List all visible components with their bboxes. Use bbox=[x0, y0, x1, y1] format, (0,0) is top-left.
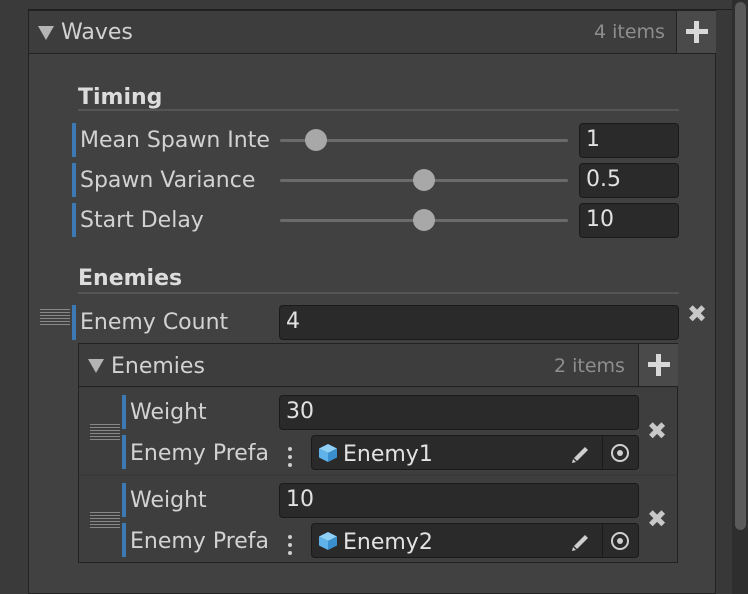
x-icon[interactable]: ✖ bbox=[647, 417, 667, 445]
drag-handle-icon[interactable] bbox=[90, 512, 120, 530]
weight-field[interactable]: 30 bbox=[279, 395, 639, 430]
prefab-label: Enemy Prefa bbox=[130, 441, 270, 466]
mean-spawn-label: Mean Spawn Inte bbox=[80, 128, 270, 153]
row-mark bbox=[122, 483, 126, 517]
pencil-icon[interactable] bbox=[570, 443, 592, 465]
drag-handle-icon[interactable] bbox=[40, 309, 70, 327]
timing-separator bbox=[78, 109, 679, 111]
enemy-count-field[interactable]: 4 bbox=[279, 305, 679, 340]
prefab-name: Enemy1 bbox=[343, 442, 433, 467]
kebab-icon[interactable] bbox=[288, 447, 292, 471]
start-delay-field[interactable]: 10 bbox=[579, 203, 679, 238]
pencil-icon[interactable] bbox=[570, 531, 592, 553]
waves-title: Waves bbox=[61, 20, 133, 45]
prefab-name: Enemy2 bbox=[343, 530, 433, 555]
row-mark bbox=[122, 395, 126, 429]
add-wave-button[interactable] bbox=[676, 11, 716, 53]
weight-field[interactable]: 10 bbox=[279, 483, 639, 518]
target-icon[interactable] bbox=[602, 524, 637, 558]
row-mark bbox=[122, 435, 126, 469]
start-delay-slider-knob[interactable] bbox=[413, 209, 435, 231]
enemy-count-label: Enemy Count bbox=[80, 310, 229, 335]
timing-heading: Timing bbox=[78, 85, 163, 110]
scrollbar-thumb[interactable] bbox=[735, 2, 746, 530]
cube-icon bbox=[319, 532, 337, 550]
waves-count: 4 items bbox=[594, 21, 665, 43]
enemies-title: Enemies bbox=[111, 354, 205, 379]
mean-spawn-slider-knob[interactable] bbox=[305, 129, 327, 151]
triangle-down-icon[interactable] bbox=[88, 359, 104, 373]
weight-label: Weight bbox=[130, 488, 207, 513]
start-delay-label: Start Delay bbox=[80, 208, 204, 233]
mean-spawn-field[interactable]: 1 bbox=[579, 123, 679, 158]
enemies-heading: Enemies bbox=[78, 266, 183, 291]
kebab-icon[interactable] bbox=[288, 535, 292, 559]
enemies-count: 2 items bbox=[554, 355, 625, 377]
row-mark bbox=[122, 523, 126, 557]
row-mark bbox=[72, 123, 76, 157]
row-mark bbox=[72, 163, 76, 197]
enemies-separator bbox=[78, 292, 679, 294]
weight-label: Weight bbox=[130, 400, 207, 425]
cube-icon bbox=[319, 444, 337, 462]
top-separator bbox=[28, 0, 732, 10]
spawn-variance-field[interactable]: 0.5 bbox=[579, 163, 679, 198]
target-icon[interactable] bbox=[602, 436, 637, 470]
prefab-label: Enemy Prefa bbox=[130, 529, 270, 554]
triangle-down-icon[interactable] bbox=[38, 26, 54, 40]
add-enemy-button[interactable] bbox=[638, 344, 678, 386]
spawn-variance-slider-knob[interactable] bbox=[413, 169, 435, 191]
row-mark bbox=[72, 203, 76, 237]
drag-handle-icon[interactable] bbox=[90, 424, 120, 442]
left-margin bbox=[0, 0, 28, 594]
spawn-variance-label: Spawn Variance bbox=[80, 168, 256, 193]
x-icon[interactable]: ✖ bbox=[687, 300, 707, 328]
x-icon[interactable]: ✖ bbox=[647, 505, 667, 533]
row-mark bbox=[72, 305, 76, 340]
